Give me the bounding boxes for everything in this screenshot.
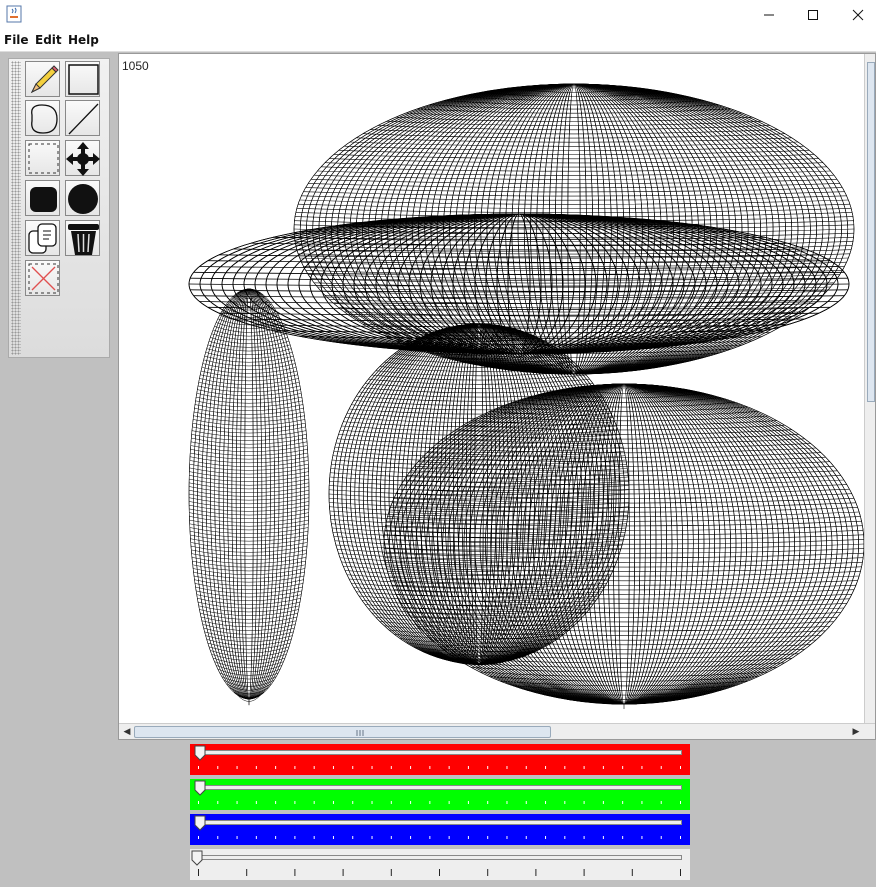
close-button[interactable] xyxy=(835,0,876,29)
menu-edit[interactable]: Edit xyxy=(35,33,62,47)
slider-track xyxy=(200,785,682,790)
move-icon xyxy=(66,142,100,176)
menu-help[interactable]: Help xyxy=(68,33,99,47)
blue-slider[interactable] xyxy=(190,814,690,845)
green-slider[interactable] xyxy=(190,779,690,810)
filled-ellipse-icon xyxy=(68,184,98,214)
drawing-canvas[interactable]: 1050 ◀ ▶ xyxy=(118,53,876,740)
scroll-right-arrow-icon[interactable]: ▶ xyxy=(850,726,862,738)
slider-ticks xyxy=(198,836,681,839)
grip-lines-icon xyxy=(356,730,364,736)
menu-bar: File Edit Help xyxy=(0,29,876,52)
slider-track xyxy=(200,820,682,825)
horizontal-scrollbar[interactable]: ◀ ▶ xyxy=(119,723,875,739)
close-icon xyxy=(852,9,864,20)
minimize-icon xyxy=(764,14,774,15)
copy-icon xyxy=(28,223,57,254)
menu-file[interactable]: File xyxy=(4,33,29,47)
select-icon xyxy=(28,143,59,174)
ellipse-icon xyxy=(31,104,58,134)
trash-tool-button[interactable] xyxy=(65,220,100,256)
slider-track xyxy=(200,855,682,860)
slider-thumb-icon[interactable] xyxy=(194,745,206,761)
slider-ticks xyxy=(198,869,681,876)
ellipse-tool-button[interactable] xyxy=(25,100,60,136)
clear-tool-button[interactable] xyxy=(25,260,60,296)
title-bar xyxy=(0,0,876,29)
tool-palette xyxy=(8,58,110,358)
mesh-top-lobe xyxy=(293,83,855,379)
filled-rectangle-tool-button[interactable] xyxy=(25,180,60,216)
pencil-icon xyxy=(30,65,59,94)
slider-thumb-icon[interactable] xyxy=(191,850,203,866)
pencil-tool-button[interactable] xyxy=(25,61,60,97)
width-slider[interactable] xyxy=(190,849,690,880)
vertical-scrollbar[interactable] xyxy=(864,54,875,723)
wireframe-drawing xyxy=(188,83,864,710)
line-icon xyxy=(68,103,99,135)
scroll-left-arrow-icon[interactable]: ◀ xyxy=(121,726,133,738)
rectangle-tool-button[interactable] xyxy=(65,61,100,97)
java-app-icon xyxy=(6,5,22,23)
line-tool-button[interactable] xyxy=(65,100,100,136)
shape-counter: 1050 xyxy=(122,59,149,73)
toolbar-grip[interactable] xyxy=(11,61,21,355)
minimize-button[interactable] xyxy=(746,0,792,29)
clear-icon xyxy=(28,263,59,294)
move-tool-button[interactable] xyxy=(65,140,100,176)
rectangle-icon xyxy=(68,64,99,95)
slider-thumb-icon[interactable] xyxy=(194,780,206,796)
trash-icon xyxy=(68,224,99,255)
maximize-icon xyxy=(808,9,818,20)
slider-ticks xyxy=(198,766,681,769)
filled-ellipse-tool-button[interactable] xyxy=(65,180,100,216)
select-tool-button[interactable] xyxy=(25,140,60,176)
copy-tool-button[interactable] xyxy=(25,220,60,256)
horizontal-scroll-thumb[interactable] xyxy=(134,726,551,738)
slider-track xyxy=(200,750,682,755)
maximize-button[interactable] xyxy=(790,0,836,29)
red-slider[interactable] xyxy=(190,744,690,775)
vertical-scroll-thumb[interactable] xyxy=(867,62,875,402)
filled-rectangle-icon xyxy=(30,187,57,212)
slider-thumb-icon[interactable] xyxy=(194,815,206,831)
mesh-left-lobe xyxy=(188,288,310,706)
slider-ticks xyxy=(198,801,681,804)
